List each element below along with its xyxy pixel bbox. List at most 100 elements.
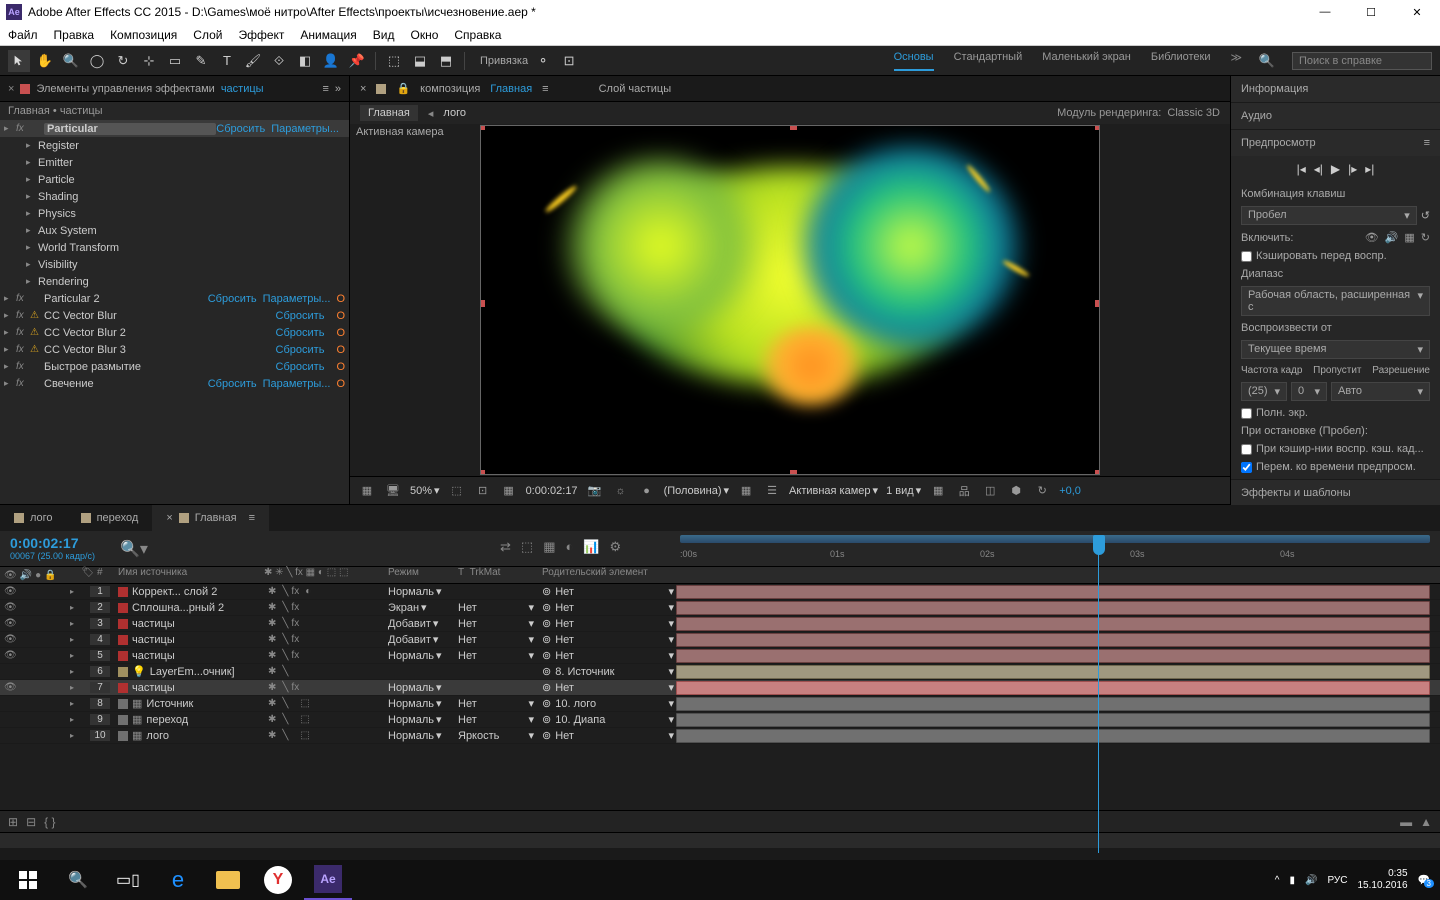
timeline-timecode[interactable]: 0:00:02:17 00067 (25.00 кадр/с) [0, 531, 120, 566]
pen-tool-icon[interactable]: ✎ [190, 50, 212, 72]
fast-preview-icon[interactable]: ▦ [737, 482, 755, 500]
range-dropdown[interactable]: Рабочая область, расширенная с▾ [1241, 286, 1430, 316]
world-axis-icon[interactable]: ⬓ [409, 50, 431, 72]
audio-panel-header[interactable]: Аудио [1231, 103, 1440, 129]
view-axis-icon[interactable]: ⬒ [435, 50, 457, 72]
panel-close-icon[interactable]: × [8, 83, 14, 95]
skip-dropdown[interactable]: 0▾ [1291, 382, 1327, 401]
flow-main-button[interactable]: Главная [360, 105, 418, 121]
anchor-tool-icon[interactable]: ⊹ [138, 50, 160, 72]
tray-lang[interactable]: РУС [1327, 875, 1347, 886]
workspace-overflow-icon[interactable]: ≫ [1230, 51, 1242, 71]
play-icon[interactable]: ▶ [1331, 162, 1340, 176]
onstop2-checkbox[interactable] [1241, 462, 1252, 473]
layer-row[interactable]: 👁 ▸3 частицы ✱╲fx Добавит▾ Нет▾ ⊚Нет▾ [0, 616, 1440, 632]
menu-view[interactable]: Вид [373, 28, 395, 42]
comp-tab-menu-icon[interactable]: ≡ [542, 83, 548, 95]
fx-property[interactable]: ▸Visibility [0, 256, 349, 273]
views-dropdown[interactable]: 1 вид ▾ [886, 484, 921, 497]
menu-effect[interactable]: Эффект [238, 28, 284, 42]
fx-row[interactable]: ▸fx⚠CC Vector Blur 3СброситьО [0, 341, 349, 358]
fx-property[interactable]: ▸Rendering [0, 273, 349, 290]
timeline-search-icon[interactable]: 🔍▾ [120, 531, 170, 566]
edge-icon[interactable]: e [154, 860, 202, 900]
grid-icon[interactable]: ▦ [929, 482, 947, 500]
tray-network-icon[interactable]: ▮ [1289, 875, 1295, 886]
first-frame-icon[interactable]: |◂ [1297, 162, 1306, 176]
fx-templates-header[interactable]: Эффекты и шаблоны [1231, 480, 1440, 506]
loop-icon[interactable]: ↻ [1421, 231, 1430, 244]
fx-property[interactable]: ▸Register [0, 137, 349, 154]
zoom-tool-icon[interactable]: 🔍 [60, 50, 82, 72]
fx-property[interactable]: ▸Particle [0, 171, 349, 188]
viewer[interactable]: Активная камера [350, 124, 1230, 476]
fx-row[interactable]: ▸fxParticular 2СброситьПараметры...О [0, 290, 349, 307]
zoom-dropdown[interactable]: 50% ▾ [410, 484, 440, 497]
timecode-display[interactable]: 0:00:02:17 [526, 485, 578, 497]
timeline-tab[interactable]: переход [67, 505, 153, 531]
panel-menu-icon[interactable]: ≡ [1424, 137, 1430, 149]
yandex-icon[interactable]: Y [254, 860, 302, 900]
res-dropdown[interactable]: Авто▾ [1331, 382, 1430, 401]
fx-property[interactable]: ▸Shading [0, 188, 349, 205]
frame-blend-icon[interactable]: ▦ [543, 539, 555, 555]
menu-composition[interactable]: Композиция [110, 28, 177, 42]
start-button[interactable] [4, 860, 52, 900]
menu-window[interactable]: Окно [410, 28, 438, 42]
roi-icon[interactable]: ⊡ [474, 482, 492, 500]
layer-tab[interactable]: Слой частицы [599, 83, 672, 95]
zoom-in-icon[interactable]: ▲ [1420, 815, 1432, 829]
composition-canvas[interactable] [480, 125, 1100, 475]
3d-icon[interactable]: ⬢ [1007, 482, 1025, 500]
flow-back-icon[interactable]: ◂ [428, 107, 434, 120]
fx-row[interactable]: ▸fxБыстрое размытиеСброситьО [0, 358, 349, 375]
fx-row[interactable]: ▸fx⚠CC Vector BlurСброситьО [0, 307, 349, 324]
orbit-tool-icon[interactable]: ◯ [86, 50, 108, 72]
fx-property[interactable]: ▸Emitter [0, 154, 349, 171]
panel-menu-icon[interactable]: ≡ [322, 83, 328, 95]
brush-tool-icon[interactable]: 🖌 [242, 50, 264, 72]
zoom-out-icon[interactable]: ▬ [1400, 815, 1412, 829]
tray-up-icon[interactable]: ^ [1275, 875, 1280, 886]
time-ruler[interactable]: :00s01s02s03s04s [680, 535, 1430, 563]
prev-frame-icon[interactable]: ◂| [1314, 162, 1323, 176]
fx-row[interactable]: ▸fxСвечениеСброситьПараметры...О [0, 375, 349, 392]
selection-tool-icon[interactable] [8, 50, 30, 72]
toggle-modes-icon[interactable]: ⊟ [26, 815, 36, 829]
eraser-tool-icon[interactable]: ◧ [294, 50, 316, 72]
minimize-button[interactable]: — [1302, 0, 1348, 24]
draft3d-icon[interactable]: ⬚ [521, 539, 533, 555]
fx-property[interactable]: ▸Aux System [0, 222, 349, 239]
channel-icon[interactable]: ☼ [612, 482, 630, 500]
comp-tab-name[interactable]: Главная [490, 83, 532, 95]
graph-editor-icon[interactable]: 📊 [583, 539, 599, 555]
search-button[interactable]: 🔍 [54, 860, 102, 900]
last-frame-icon[interactable]: ▸| [1365, 162, 1374, 176]
tray-clock[interactable]: 0:3515.10.2016 [1357, 868, 1407, 892]
onstop1-checkbox[interactable] [1241, 444, 1252, 455]
timeline-tab[interactable]: лого [0, 505, 67, 531]
preview-panel-header[interactable]: Предпросмотр≡ [1231, 130, 1440, 156]
snapshot-icon[interactable]: 📷 [586, 482, 604, 500]
comp-tab-close-icon[interactable]: × [360, 83, 366, 95]
puppet-tool-icon[interactable]: 📌 [346, 50, 368, 72]
layer-row[interactable]: ▸9 ▦переход ✱╲⬚ Нормаль▾ Нет▾ ⊚10. Диапа… [0, 712, 1440, 728]
help-search-input[interactable]: Поиск в справке [1292, 52, 1432, 70]
info-panel-header[interactable]: Информация [1231, 76, 1440, 102]
layer-row[interactable]: 👁 ▸5 частицы ✱╲fx Нормаль▾ Нет▾ ⊚Нет▾ [0, 648, 1440, 664]
comp-lock-icon[interactable]: 🔒 [396, 82, 410, 95]
speaker-icon[interactable]: 🔊 [1385, 231, 1399, 244]
transparency-icon[interactable]: ▦ [500, 482, 518, 500]
panel-overflow-icon[interactable]: » [335, 83, 341, 95]
comp-flowchart-icon[interactable]: ⇄ [500, 539, 511, 555]
menu-edit[interactable]: Правка [54, 28, 95, 42]
tray-notifications-icon[interactable]: 💬3 [1418, 875, 1430, 886]
overlay-icon[interactable]: ▦ [1404, 231, 1414, 244]
mask-icon[interactable]: ◫ [981, 482, 999, 500]
flow-logo[interactable]: лого [443, 107, 466, 119]
shape-tool-icon[interactable]: ▭ [164, 50, 186, 72]
magnify-icon[interactable]: ▦ [358, 482, 376, 500]
taskview-button[interactable]: ▭▯ [104, 860, 152, 900]
workspace-standard[interactable]: Стандартный [954, 51, 1023, 71]
snap-edge-icon[interactable]: ⊡ [558, 50, 580, 72]
